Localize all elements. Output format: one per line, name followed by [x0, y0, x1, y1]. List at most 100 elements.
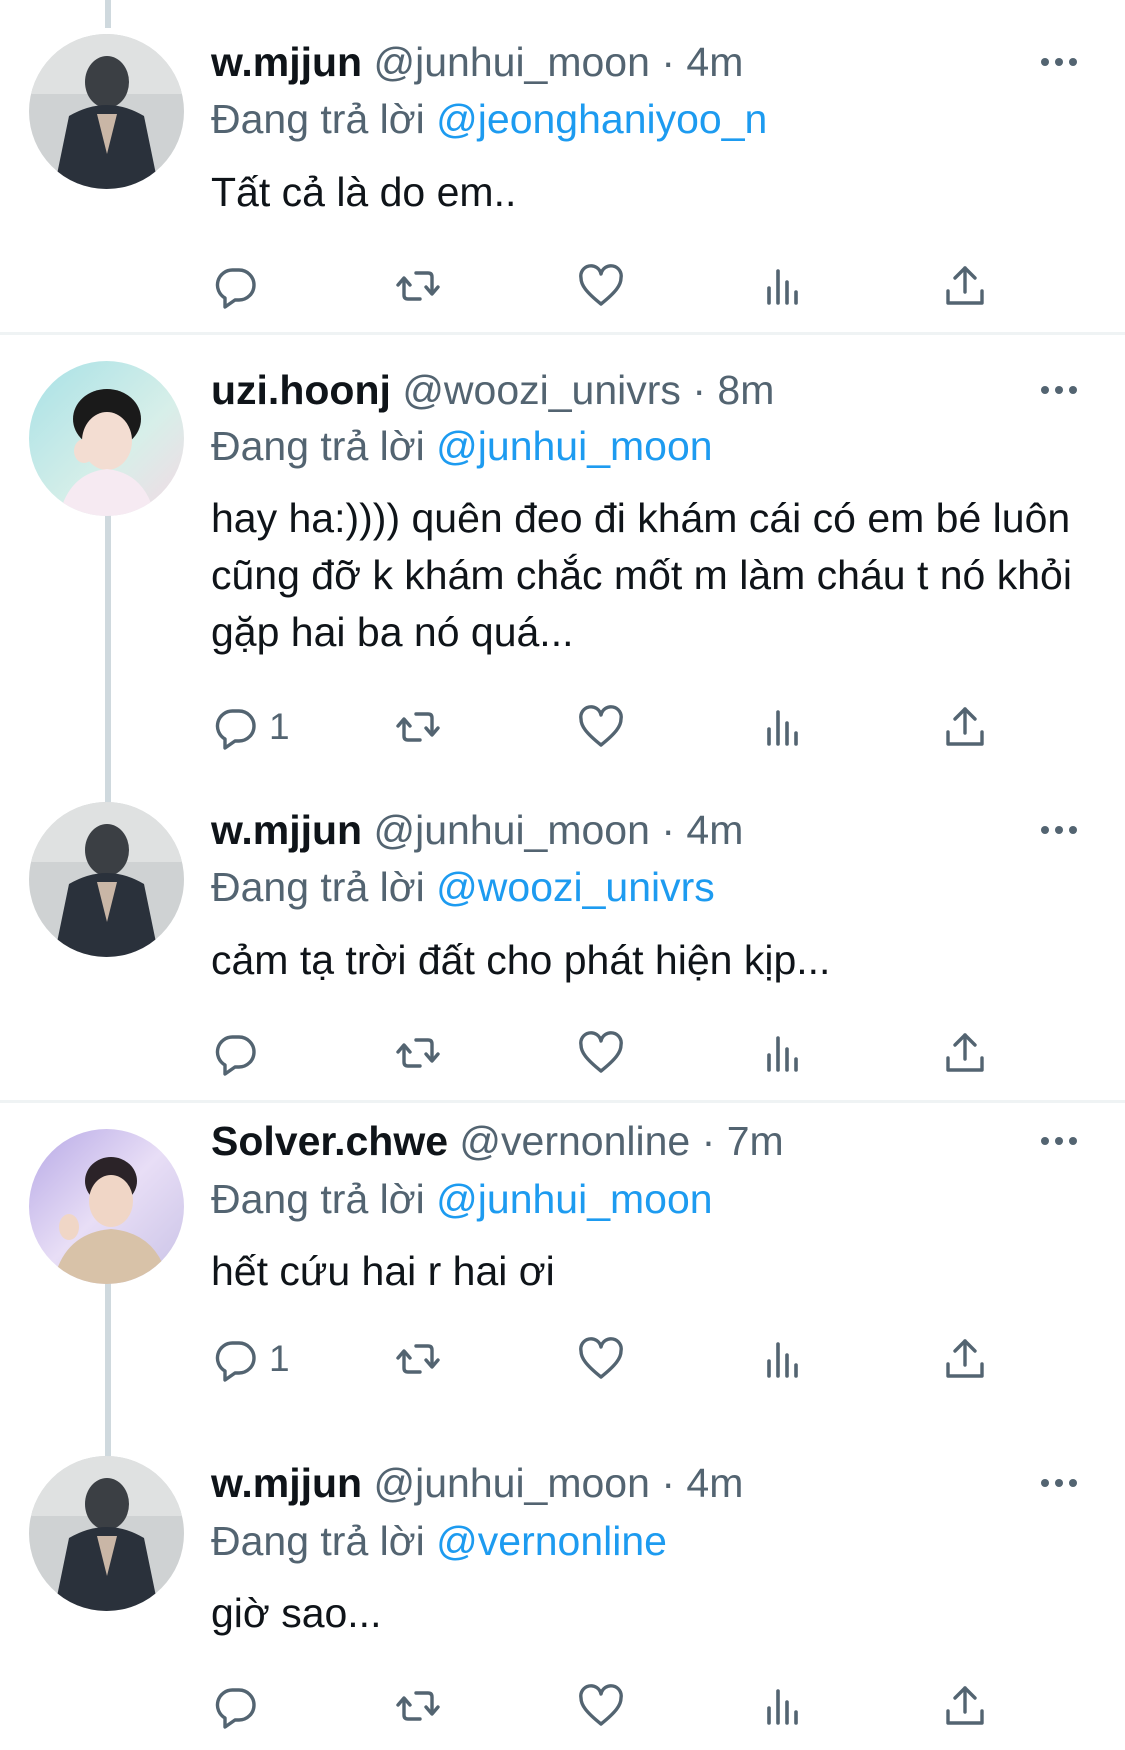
reply-prefix: Đang trả lời — [211, 1518, 425, 1564]
retweet-button[interactable] — [393, 1331, 443, 1387]
reply-context: Đang trả lời @junhui_moon — [211, 1174, 713, 1224]
reply-mention-link[interactable]: @junhui_moon — [436, 1176, 712, 1222]
retweet-button[interactable] — [393, 1025, 443, 1081]
share-icon — [946, 1339, 984, 1378]
retweet-icon — [396, 1038, 440, 1068]
avatar[interactable] — [29, 1456, 184, 1611]
heart-icon — [579, 1031, 623, 1073]
like-button[interactable] — [576, 1678, 626, 1734]
reply-context: Đang trả lời @vernonline — [211, 1516, 667, 1566]
timestamp[interactable]: 4m — [686, 807, 743, 853]
share-icon — [946, 707, 984, 746]
reply-prefix: Đang trả lời — [211, 864, 425, 910]
tweet[interactable]: Solver.chwe @vernonline · 7m Đang trả lờ… — [0, 1103, 1125, 1430]
share-icon — [946, 266, 984, 305]
views-button[interactable] — [758, 699, 808, 755]
more-dots-icon[interactable] — [1041, 1473, 1081, 1493]
retweet-button[interactable] — [393, 1678, 443, 1734]
tweet-text: Tất cả là do em.. — [211, 169, 517, 215]
avatar[interactable] — [29, 802, 184, 957]
tweet-text: hay ha:)))) quên đeo đi khám cái có em b… — [211, 495, 1072, 655]
retweet-icon — [396, 712, 440, 742]
timestamp[interactable]: 7m — [727, 1118, 784, 1164]
tweet-text: cảm tạ trời đất cho phát hiện kịp... — [211, 937, 831, 983]
reply-context: Đang trả lời @junhui_moon — [211, 421, 713, 471]
views-button[interactable] — [758, 1025, 808, 1081]
display-name[interactable]: w.mjjun — [211, 1460, 362, 1506]
reply-mention-link[interactable]: @junhui_moon — [436, 423, 712, 469]
share-button[interactable] — [940, 1331, 990, 1387]
reply-icon — [215, 1688, 256, 1729]
views-chart-icon — [767, 269, 798, 305]
timestamp[interactable]: 4m — [686, 1460, 743, 1506]
reply-icon — [215, 1341, 256, 1382]
tweet[interactable]: w.mjjun @junhui_moon · 4m Đang trả lời @… — [0, 0, 1125, 332]
separator-dot: · — [701, 1118, 716, 1164]
tweet-text: hết cứu hai r hai ơi — [211, 1248, 555, 1294]
display-name[interactable]: w.mjjun — [211, 39, 362, 85]
reply-prefix: Đang trả lời — [211, 1176, 425, 1222]
reply-mention-link[interactable]: @jeonghaniyoo_n — [436, 96, 767, 142]
more-dots-icon[interactable] — [1041, 1131, 1081, 1151]
share-icon — [946, 1033, 984, 1072]
reply-context: Đang trả lời @woozi_univrs — [211, 862, 715, 912]
reply-count: 1 — [269, 706, 290, 747]
display-name[interactable]: w.mjjun — [211, 807, 362, 853]
reply-button[interactable] — [211, 1025, 269, 1081]
reply-button[interactable] — [211, 1678, 269, 1734]
retweet-button[interactable] — [393, 258, 443, 314]
share-button[interactable] — [940, 258, 990, 314]
reply-icon — [215, 268, 256, 309]
reply-mention-link[interactable]: @woozi_univrs — [436, 864, 715, 910]
timestamp[interactable]: 8m — [717, 367, 774, 413]
user-handle[interactable]: @junhui_moon — [374, 807, 650, 853]
more-dots-icon[interactable] — [1041, 820, 1081, 840]
share-button[interactable] — [940, 1678, 990, 1734]
user-handle[interactable]: @vernonline — [459, 1118, 690, 1164]
action-bar — [211, 258, 1011, 314]
like-button[interactable] — [576, 1331, 626, 1387]
avatar[interactable] — [29, 34, 184, 189]
share-button[interactable] — [940, 1025, 990, 1081]
display-name[interactable]: Solver.chwe — [211, 1118, 448, 1164]
heart-icon — [579, 1337, 623, 1379]
heart-icon — [579, 1684, 623, 1726]
heart-icon — [579, 264, 623, 306]
reply-mention-link[interactable]: @vernonline — [436, 1518, 667, 1564]
tweet[interactable]: w.mjjun @junhui_moon · 4m Đang trả lời @… — [0, 780, 1125, 1100]
views-chart-icon — [767, 1689, 798, 1725]
separator-dot: · — [661, 807, 675, 853]
timestamp[interactable]: 4m — [686, 39, 743, 85]
user-handle[interactable]: @woozi_univrs — [402, 367, 681, 413]
like-button[interactable] — [576, 1025, 626, 1081]
views-chart-icon — [767, 1036, 798, 1072]
views-button[interactable] — [758, 1331, 808, 1387]
views-button[interactable] — [758, 1678, 808, 1734]
avatar[interactable] — [29, 1129, 184, 1284]
avatar-image — [29, 34, 184, 189]
views-button[interactable] — [758, 258, 808, 314]
like-button[interactable] — [576, 699, 626, 755]
reply-button[interactable]: 1 — [211, 1331, 290, 1387]
more-dots-icon[interactable] — [1041, 380, 1081, 400]
like-button[interactable] — [576, 258, 626, 314]
avatar-image — [29, 1456, 184, 1611]
separator-dot: · — [661, 1460, 675, 1506]
action-bar — [211, 1678, 1011, 1734]
tweet-content: uzi.hoonj @woozi_univrs · 8m Đang trả lờ… — [0, 335, 1125, 780]
tweet[interactable]: w.mjjun @junhui_moon · 4m Đang trả lời @… — [0, 1430, 1125, 1750]
display-name[interactable]: uzi.hoonj — [211, 367, 391, 413]
retweet-button[interactable] — [393, 699, 443, 755]
retweet-icon — [396, 271, 440, 301]
more-dots-icon[interactable] — [1041, 52, 1081, 72]
share-icon — [946, 1686, 984, 1725]
reply-button[interactable]: 1 — [211, 699, 290, 755]
heart-icon — [579, 705, 623, 747]
reply-button[interactable] — [211, 258, 269, 314]
reply-count: 1 — [269, 1338, 290, 1379]
share-button[interactable] — [940, 699, 990, 755]
action-bar — [211, 1025, 1011, 1081]
user-handle[interactable]: @junhui_moon — [374, 1460, 650, 1506]
retweet-icon — [396, 1344, 440, 1374]
user-handle[interactable]: @junhui_moon — [374, 39, 650, 85]
